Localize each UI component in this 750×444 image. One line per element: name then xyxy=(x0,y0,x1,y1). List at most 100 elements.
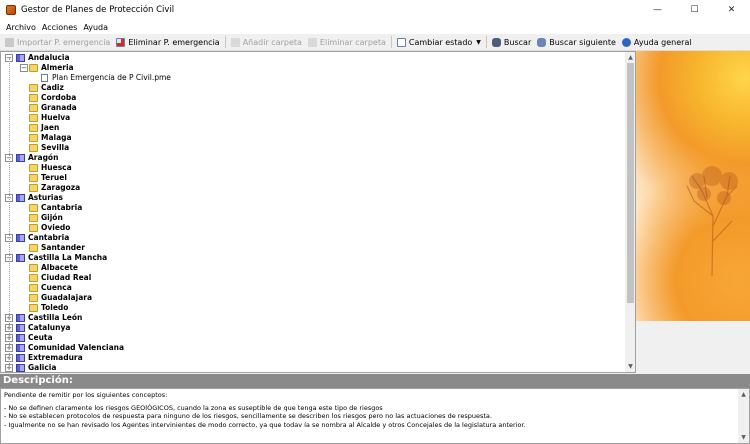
scroll-thumb[interactable] xyxy=(627,63,634,303)
tree-node-label: Aragón xyxy=(28,153,59,162)
close-button[interactable]: ✕ xyxy=(713,0,750,20)
tree-folder-node[interactable]: Granada xyxy=(1,103,621,113)
search-next-label: Buscar siguiente xyxy=(549,37,616,47)
tree-region-node[interactable]: + Extremadura xyxy=(1,353,621,363)
tree-node-label: Castilla León xyxy=(28,313,83,322)
description-textarea[interactable]: Pendiente de remitir por los siguientes … xyxy=(0,388,750,444)
description-line: - Igualmente no se han revisado los Agen… xyxy=(4,420,526,429)
region-icon xyxy=(16,234,25,242)
tree-folder-node[interactable]: Toledo xyxy=(1,303,621,313)
maximize-button[interactable]: ☐ xyxy=(676,0,713,20)
collapse-icon[interactable]: − xyxy=(20,64,28,72)
folder-icon xyxy=(29,294,38,302)
region-icon xyxy=(16,254,25,262)
app-icon xyxy=(6,5,16,15)
menu-ayuda[interactable]: Ayuda xyxy=(80,23,111,32)
tree-folder-node[interactable]: Albacete xyxy=(1,263,621,273)
tree-region-node[interactable]: + Comunidad Valenciana xyxy=(1,343,621,353)
delete-label: Eliminar P. emergencia xyxy=(128,37,220,47)
folder-icon xyxy=(29,94,38,102)
tree-folder-node[interactable]: Oviedo xyxy=(1,223,621,233)
tree-node-label: Oviedo xyxy=(41,223,71,232)
tree-node-label: Comunidad Valenciana xyxy=(28,343,125,352)
tree-folder-node[interactable]: Teruel xyxy=(1,173,621,183)
tree-folder-node[interactable]: Huesca xyxy=(1,163,621,173)
tree-region-node[interactable]: − Castilla La Mancha xyxy=(1,253,621,263)
tree-folder-node[interactable]: Santander xyxy=(1,243,621,253)
burnt-tree-image xyxy=(686,166,738,276)
tree-folder-node[interactable]: Zaragoza xyxy=(1,183,621,193)
scroll-down-arrow-icon[interactable]: ▼ xyxy=(738,432,749,443)
tree-node-label: Plan Emergencia de P Civil.pme xyxy=(52,73,171,82)
tree-node-label: Ciudad Real xyxy=(41,273,92,282)
tree-node-label: Catalunya xyxy=(28,323,71,332)
delete-folder-icon xyxy=(307,37,317,47)
tree-region-node[interactable]: − Aragón xyxy=(1,153,621,163)
tree-folder-node[interactable]: Sevilla xyxy=(1,143,621,153)
description-scrollbar[interactable]: ▲ ▼ xyxy=(738,389,749,443)
search-button[interactable]: Buscar xyxy=(489,35,534,50)
delete-folder-button[interactable]: Eliminar carpeta xyxy=(305,35,389,50)
tree-node-label: Granada xyxy=(41,103,77,112)
scroll-up-arrow-icon[interactable]: ▲ xyxy=(625,52,635,63)
tree-region-node[interactable]: + Castilla León xyxy=(1,313,621,323)
tree-region-node[interactable]: + Galicia xyxy=(1,363,621,372)
description-line: - No se establecen protocolos de respues… xyxy=(4,412,492,420)
search-next-button[interactable]: Buscar siguiente xyxy=(534,35,619,50)
toolbar-separator xyxy=(390,36,392,48)
tree-node-label: Cadiz xyxy=(41,83,64,92)
folder-icon xyxy=(29,264,38,272)
search-label: Buscar xyxy=(503,37,532,47)
tree-node-label: Albacete xyxy=(41,263,79,272)
change-state-button[interactable]: Cambiar estado ▼ xyxy=(394,35,484,50)
tree-folder-node[interactable]: Guadalajara xyxy=(1,293,621,303)
tree-folder-node[interactable]: Jaen xyxy=(1,123,621,133)
menu-bar: Archivo Acciones Ayuda xyxy=(0,20,750,34)
tree-node-label: Huelva xyxy=(41,113,71,122)
help-icon xyxy=(621,37,631,47)
tree-folder-node[interactable]: Cantabria xyxy=(1,203,621,213)
help-button[interactable]: Ayuda general xyxy=(619,35,695,50)
tree-node-label: Santander xyxy=(41,243,85,252)
tree-folder-node[interactable]: Cuenca xyxy=(1,283,621,293)
description-header: Descripción: xyxy=(0,374,750,388)
chevron-down-icon[interactable]: ▼ xyxy=(476,39,481,46)
region-icon xyxy=(16,354,25,362)
tree-folder-node[interactable]: Huelva xyxy=(1,113,621,123)
folder-icon xyxy=(29,214,38,222)
folder-icon xyxy=(29,64,38,72)
menu-archivo[interactable]: Archivo xyxy=(3,23,39,32)
import-emergency-plan-button[interactable]: Importar P. emergencia xyxy=(2,35,113,50)
tree-folder-node[interactable]: Cordoba xyxy=(1,93,621,103)
add-folder-button[interactable]: Añadir carpeta xyxy=(228,35,305,50)
tree-node-label: Jaen xyxy=(41,123,60,132)
folder-icon xyxy=(29,244,38,252)
tree-region-node[interactable]: + Ceuta xyxy=(1,333,621,343)
scroll-down-arrow-icon[interactable]: ▼ xyxy=(625,361,635,372)
description-text: Pendiente de remitir por los siguientes … xyxy=(4,391,734,429)
tree-region-node[interactable]: + Catalunya xyxy=(1,323,621,333)
tree-scrollbar[interactable]: ▲ ▼ xyxy=(625,52,635,372)
window-title: Gestor de Planes de Protección Civil xyxy=(21,5,175,15)
folder-icon xyxy=(29,164,38,172)
tree-node-label: Gijón xyxy=(41,213,63,222)
folder-icon xyxy=(29,204,38,212)
description-line: - No se definen claramente los riesgos G… xyxy=(4,403,383,412)
delete-emergency-plan-button[interactable]: Eliminar P. emergencia xyxy=(113,35,222,50)
tree-region-node[interactable]: − Andalucia xyxy=(1,53,621,63)
menu-acciones[interactable]: Acciones xyxy=(39,23,80,32)
tree-node-label: Asturias xyxy=(28,193,63,202)
tree-folder-node[interactable]: − Almeria xyxy=(1,63,621,73)
plans-tree-view[interactable]: − Andalucia − Almeria Plan Emergencia de P C… xyxy=(0,51,636,373)
folder-icon xyxy=(29,274,38,282)
tree-region-node[interactable]: − Asturias xyxy=(1,193,621,203)
tree-folder-node[interactable]: Gijón xyxy=(1,213,621,223)
scroll-up-arrow-icon[interactable]: ▲ xyxy=(738,389,749,400)
tree-folder-node[interactable]: Ciudad Real xyxy=(1,273,621,283)
minimize-button[interactable]: — xyxy=(639,0,676,20)
tree-region-node[interactable]: − Cantabria xyxy=(1,233,621,243)
folder-icon xyxy=(29,224,38,232)
tree-folder-node[interactable]: Malaga xyxy=(1,133,621,143)
tree-file-node[interactable]: Plan Emergencia de P Civil.pme xyxy=(1,73,621,83)
tree-folder-node[interactable]: Cadiz xyxy=(1,83,621,93)
